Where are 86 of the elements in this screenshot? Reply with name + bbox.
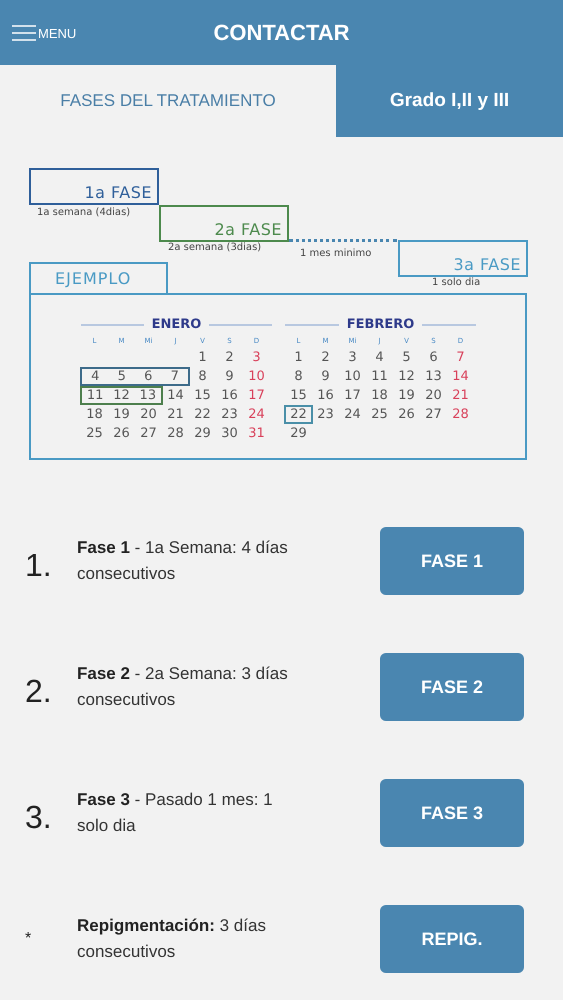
calendar-day: 18 (366, 386, 393, 405)
calendar-day: 18 (81, 405, 108, 424)
calendar-day: 24 (243, 405, 270, 424)
gap-caption: 1 mes minimo (300, 248, 372, 259)
calendar-day: 7 (162, 369, 188, 384)
calendar-day: 11 (366, 367, 393, 386)
calendar-day: 2 (216, 348, 243, 367)
calendar-day: 15 (285, 386, 312, 405)
calendar-day: 31 (243, 424, 270, 443)
calendar-day: 4 (366, 348, 393, 367)
calendar-day: 11 (82, 388, 108, 403)
calendar-day: 12 (393, 367, 420, 386)
phase-button[interactable]: FASE 3 (380, 779, 524, 847)
phase-caption: 1 solo dia (432, 277, 480, 288)
calendar-day: 22 (189, 405, 216, 424)
calendar-day: 17 (339, 386, 366, 405)
calendar-day: 13 (420, 367, 447, 386)
calendar-day: 23 (216, 405, 243, 424)
phase-label: 2a FASE (159, 205, 289, 242)
calendar-day: 3 (339, 348, 366, 367)
calendar-day: 29 (285, 424, 312, 443)
phase-button[interactable]: FASE 1 (380, 527, 524, 595)
calendar-day: 8 (189, 367, 216, 386)
step-number: 2. (25, 672, 53, 710)
calendar-day: 25 (81, 424, 108, 443)
calendar-day: 26 (393, 405, 420, 424)
calendar-day: 26 (108, 424, 135, 443)
calendar-day: 8 (285, 367, 312, 386)
calendar-day: 5 (108, 369, 135, 384)
step-description: Fase 3 - Pasado 1 mes: 1 solo dia (77, 789, 274, 837)
step-number: * (25, 930, 32, 948)
calendar-day: 13 (134, 388, 161, 403)
calendar-day: 30 (216, 424, 243, 443)
calendar-day: 2 (312, 348, 339, 367)
calendar-day: 29 (189, 424, 216, 443)
tab[interactable]: Grado I,II y III (336, 65, 563, 137)
phase-label: 1a FASE (29, 168, 159, 205)
calendar-day: 9 (312, 367, 339, 386)
calendar-day: 4 (82, 369, 108, 384)
calendar-day: 9 (216, 367, 243, 386)
step-description: Fase 2 - 2a Semana: 3 días consecutivos (77, 663, 289, 711)
calendar-day: 19 (393, 386, 420, 405)
menu-button[interactable]: MENU (12, 24, 76, 40)
month-name: ENERO (152, 317, 202, 332)
calendar-day: 27 (420, 405, 447, 424)
calendar-day: 5 (393, 348, 420, 367)
phase-label: 3a FASE (398, 240, 528, 277)
calendar-day: 1 (285, 348, 312, 367)
calendar-day: 3 (243, 348, 270, 367)
phase-button[interactable]: REPIG. (380, 905, 524, 973)
calendar-day: 24 (339, 405, 366, 424)
phase-button[interactable]: FASE 2 (380, 653, 524, 721)
calendar-day: 22 (286, 407, 311, 422)
menu-icon (12, 24, 36, 40)
calendar-day: 6 (135, 369, 162, 384)
calendar-day: 21 (447, 386, 474, 405)
phase-caption: 1a semana (4dias) (37, 207, 130, 218)
calendar-day: 15 (189, 386, 216, 405)
step-number: 1. (25, 546, 53, 584)
step-description: Repigmentación: 3 días consecutivos (77, 915, 267, 963)
calendar-day: 14 (162, 386, 189, 405)
month-name: FEBRERO (346, 317, 414, 332)
calendar-day: 27 (135, 424, 162, 443)
calendar-day: 20 (135, 405, 162, 424)
step-number: 3. (25, 798, 53, 836)
calendar-day: 23 (312, 405, 339, 424)
calendar-day: 16 (216, 386, 243, 405)
calendar-day: 7 (447, 348, 474, 367)
calendar-day: 12 (108, 388, 135, 403)
calendar-day: 1 (189, 348, 216, 367)
calendar-day: 28 (447, 405, 474, 424)
calendar-day: 19 (108, 405, 135, 424)
calendar-day: 10 (243, 367, 270, 386)
calendar-day: 10 (339, 367, 366, 386)
example-label: EJEMPLO (29, 262, 168, 293)
calendar-day: 25 (366, 405, 393, 424)
phase-caption: 2a semana (3dias) (168, 242, 262, 253)
step-description: Fase 1 - 1a Semana: 4 días consecutivos (77, 537, 289, 585)
calendar-day: 6 (420, 348, 447, 367)
calendar-day: 20 (420, 386, 447, 405)
calendar-day: 14 (447, 367, 474, 386)
calendar-day: 21 (162, 405, 189, 424)
contact-link[interactable]: CONTACTAR (213, 20, 350, 44)
calendar-day: 16 (312, 386, 339, 405)
calendar-day: 17 (243, 386, 270, 405)
calendar-day: 28 (162, 424, 189, 443)
